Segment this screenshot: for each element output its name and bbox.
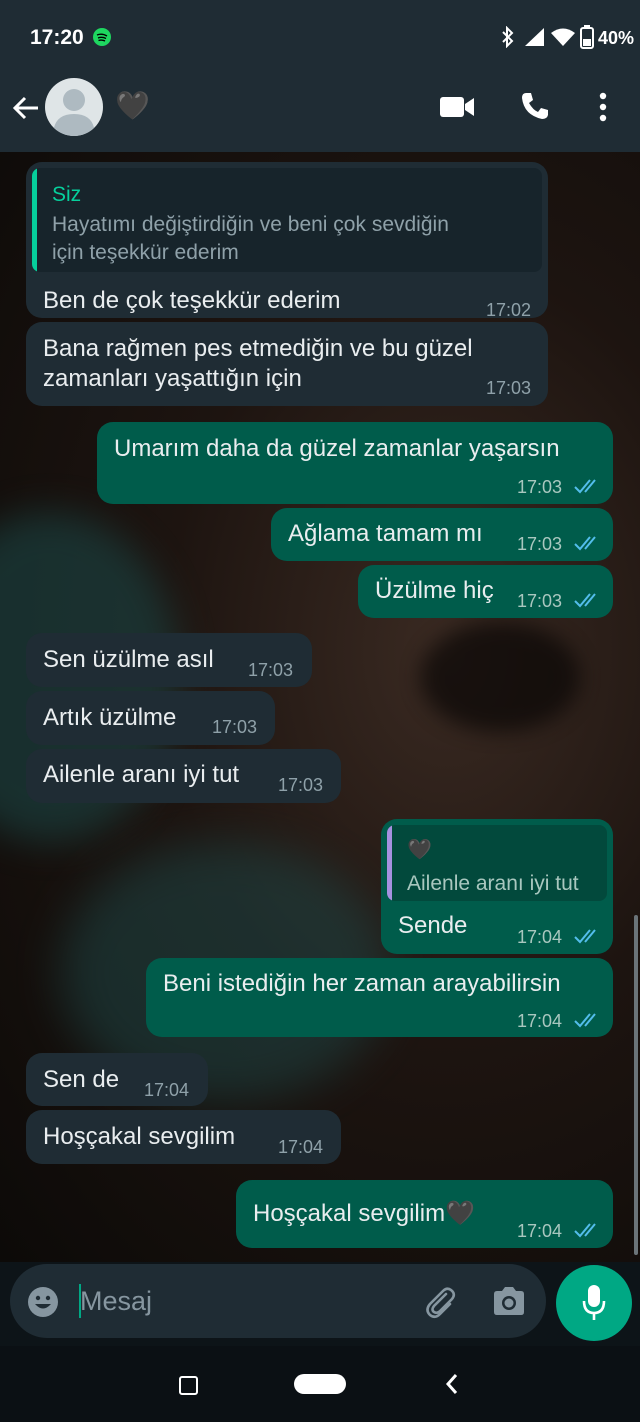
message-bubble-incoming[interactable]: Hoşçakal sevgilim 17:04: [26, 1110, 341, 1164]
spotify-icon: [93, 28, 111, 46]
read-ticks-icon: [574, 929, 596, 944]
message-bubble-incoming[interactable]: Artık üzülme 17:03: [26, 691, 275, 745]
video-call-icon[interactable]: [440, 95, 476, 124]
message-text: Sen de: [43, 1066, 120, 1093]
microphone-icon: [582, 1284, 606, 1327]
message-bubble-outgoing[interactable]: Umarım daha da güzel zamanlar yaşarsın 1…: [97, 422, 613, 504]
message-text: Sende: [398, 912, 468, 939]
home-button[interactable]: [294, 1374, 346, 1394]
message-text: Ağlama tamam mı: [288, 520, 483, 547]
quote-text: Hayatımı değiştirdiğin ve beni çok sevdi…: [52, 213, 449, 236]
quoted-message[interactable]: Siz Hayatımı değiştirdiğin ve beni çok s…: [32, 168, 542, 272]
chat-header: 🖤: [0, 75, 640, 152]
message-time: 17:04: [517, 927, 563, 947]
quote-author: 🖤: [407, 839, 432, 861]
message-bubble-incoming[interactable]: Sen de 17:04: [26, 1053, 208, 1106]
back-arrow-icon[interactable]: [10, 92, 42, 129]
message-text: Üzülme hiç: [375, 577, 494, 604]
system-nav-bar: [0, 1346, 640, 1422]
message-time: 17:03: [278, 775, 324, 795]
status-bar: 17:20 40%: [0, 0, 640, 75]
message-bubble-outgoing[interactable]: Hoşçakal sevgilim🖤 17:04: [236, 1180, 613, 1248]
message-time: 17:03: [517, 477, 563, 497]
message-bubble-incoming[interactable]: Siz Hayatımı değiştirdiğin ve beni çok s…: [26, 162, 548, 320]
read-ticks-icon: [574, 1223, 596, 1238]
message-bubble-incoming[interactable]: Ailenle aranı iyi tut 17:03: [26, 749, 341, 803]
message-bubble-incoming[interactable]: Bana rağmen pes etmediğin ve bu güzel za…: [26, 322, 548, 406]
message-time: 17:02: [486, 300, 532, 320]
avatar[interactable]: [45, 78, 103, 136]
bluetooth-icon: [500, 25, 516, 53]
camera-icon[interactable]: [492, 1286, 526, 1321]
signal-icon: [524, 27, 546, 52]
back-button[interactable]: [444, 1372, 460, 1401]
voice-record-button[interactable]: [556, 1265, 632, 1341]
message-time: 17:04: [517, 1011, 563, 1031]
message-time: 17:03: [517, 534, 563, 554]
message-time: 17:04: [144, 1080, 190, 1100]
message-text: Bana rağmen pes etmediğin ve bu güzel: [43, 335, 473, 362]
message-time: 17:03: [212, 717, 258, 737]
read-ticks-icon: [574, 479, 596, 494]
message-list[interactable]: Siz Hayatımı değiştirdiğin ve beni çok s…: [0, 152, 640, 1262]
message-input-container[interactable]: Mesaj: [10, 1264, 546, 1338]
message-bubble-outgoing[interactable]: Ağlama tamam mı 17:03: [271, 508, 613, 561]
message-bubble-outgoing[interactable]: Beni istediğin her zaman arayabilirsin 1…: [146, 958, 613, 1037]
status-time: 17:20: [30, 26, 84, 49]
quoted-message[interactable]: 🖤 Ailenle aranı iyi tut: [387, 825, 607, 901]
message-time: 17:03: [248, 660, 294, 680]
message-bubble-outgoing[interactable]: Üzülme hiç 17:03: [358, 565, 613, 618]
quote-text: Ailenle aranı iyi tut: [407, 872, 579, 895]
wifi-icon: [550, 27, 576, 52]
attach-icon[interactable]: [422, 1284, 458, 1325]
message-text: Artık üzülme: [43, 704, 177, 731]
message-text: zamanları yaşattığın için: [43, 365, 302, 392]
message-text: Ben de çok teşekkür ederim: [43, 287, 341, 314]
contact-name[interactable]: 🖤: [115, 89, 150, 122]
more-options-icon[interactable]: [598, 92, 608, 127]
message-text: Umarım daha da güzel zamanlar yaşarsın: [114, 435, 560, 462]
message-time: 17:04: [278, 1137, 324, 1157]
message-text: Ailenle aranı iyi tut: [43, 761, 240, 788]
read-ticks-icon: [574, 536, 596, 551]
scrollbar[interactable]: [634, 915, 638, 1255]
message-bubble-incoming[interactable]: Sen üzülme asıl 17:03: [26, 633, 312, 687]
read-ticks-icon: [574, 1013, 596, 1028]
voice-call-icon[interactable]: [520, 91, 550, 126]
message-text: Beni istediğin her zaman arayabilirsin: [163, 970, 561, 997]
message-time: 17:03: [486, 378, 532, 398]
message-time: 17:04: [517, 1221, 563, 1241]
message-bubble-outgoing[interactable]: 🖤 Ailenle aranı iyi tut Sende 17:04: [381, 819, 613, 954]
message-text: Hoşçakal sevgilim🖤: [253, 1200, 475, 1227]
battery-percent: 40%: [598, 28, 635, 48]
compose-bar: Mesaj: [0, 1262, 640, 1342]
emoji-icon[interactable]: [27, 1286, 59, 1323]
message-text: Hoşçakal sevgilim: [43, 1123, 236, 1150]
message-text: Sen üzülme asıl: [43, 646, 214, 673]
recents-button[interactable]: [179, 1376, 198, 1395]
quote-text: için teşekkür ederim: [52, 241, 239, 264]
message-time: 17:03: [517, 591, 563, 611]
quote-author: Siz: [52, 183, 82, 206]
battery-icon: [580, 25, 594, 54]
read-ticks-icon: [574, 593, 596, 608]
message-input[interactable]: Mesaj: [80, 1286, 152, 1317]
